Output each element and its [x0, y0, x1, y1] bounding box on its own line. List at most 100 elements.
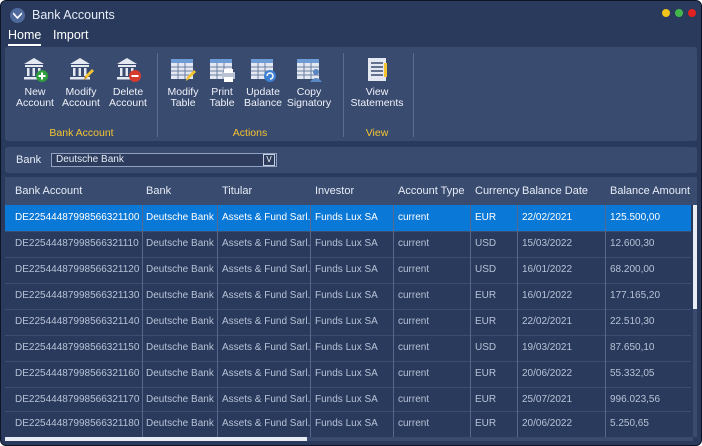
column-header-balance-date[interactable]: Balance Date: [522, 177, 588, 205]
column-header-bank[interactable]: Bank: [146, 177, 171, 205]
cell-account-type: current: [398, 418, 430, 429]
cell-balance-date: 22/02/2021: [522, 212, 573, 223]
cell-balance-date: 25/07/2021: [522, 394, 573, 405]
cell-bank: Deutsche Bank: [146, 394, 214, 405]
row-divider: [5, 361, 691, 362]
update-balance-label-2: Balance: [244, 97, 282, 109]
cell-account-type: current: [398, 290, 430, 301]
cell-investor: Funds Lux SA: [315, 342, 378, 353]
table-row[interactable]: DE22544487998566321100 Deutsche Bank Ass…: [5, 205, 691, 231]
tab-import[interactable]: Import: [53, 28, 88, 44]
cell-investor: Funds Lux SA: [315, 290, 378, 301]
cell-balance-amount: 125.500,00: [610, 212, 661, 223]
delete-account-label-2: Account: [109, 97, 147, 109]
cell-investor: Funds Lux SA: [315, 316, 378, 327]
title-bar[interactable]: Bank Accounts: [1, 1, 701, 27]
cell-titular: Assets & Fund Sarl.: [222, 238, 310, 249]
table-row[interactable]: DE22544487998566321150 Deutsche Bank Ass…: [5, 335, 691, 361]
table-row[interactable]: DE22544487998566321130 Deutsche Bank Ass…: [5, 283, 691, 309]
cell-balance-date: 19/03/2021: [522, 342, 573, 353]
window-title: Bank Accounts: [32, 8, 115, 22]
modify-account-label-2: Account: [62, 97, 100, 109]
ribbon-separator: [413, 53, 414, 137]
copy-signatory-button[interactable]: Copy Signatory: [285, 55, 333, 109]
bank-select[interactable]: Deutsche Bank V: [51, 153, 277, 167]
cell-account-type: current: [398, 342, 430, 353]
cell-balance-amount: 87.650,10: [610, 342, 655, 353]
cell-titular: Assets & Fund Sarl.: [222, 316, 310, 327]
app-chevron-icon[interactable]: [10, 8, 25, 23]
column-divider: [517, 205, 518, 441]
table-row[interactable]: DE22544487998566321110 Deutsche Bank Ass…: [5, 231, 691, 257]
table-user-icon: [295, 55, 323, 83]
cell-titular: Assets & Fund Sarl.: [222, 264, 310, 275]
table-row[interactable]: DE22544487998566321120 Deutsche Bank Ass…: [5, 257, 691, 283]
horizontal-scrollbar-thumb[interactable]: [5, 437, 307, 441]
cell-balance-date: 16/01/2022: [522, 264, 573, 275]
cell-balance-amount: 68.200,00: [610, 264, 655, 275]
cell-account-type: current: [398, 316, 430, 327]
cell-balance-amount: 5.250,65: [610, 418, 649, 429]
ribbon-separator: [157, 53, 158, 137]
maximize-button[interactable]: [675, 9, 683, 17]
cell-investor: Funds Lux SA: [315, 212, 378, 223]
column-header-account-type[interactable]: Account Type: [398, 177, 464, 205]
cell-bank-account: DE22544487998566321100: [15, 212, 140, 223]
delete-account-button[interactable]: Delete Account: [104, 55, 152, 109]
group-label-bank-account: Bank Account: [49, 127, 114, 139]
cell-balance-amount: 177.165,20: [610, 290, 661, 301]
column-header-currency[interactable]: Currency: [475, 177, 520, 205]
cell-bank-account: DE22544487998566321110: [15, 238, 139, 249]
row-divider: [5, 257, 691, 258]
tab-home[interactable]: Home: [8, 28, 42, 46]
modify-account-button[interactable]: Modify Account: [57, 55, 105, 109]
column-divider: [217, 205, 218, 441]
bank-select-value: Deutsche Bank: [56, 154, 124, 165]
cell-currency: EUR: [475, 290, 497, 301]
cell-bank-account: DE22544487998566321170: [15, 394, 140, 405]
view-statements-button[interactable]: View Statements: [347, 55, 407, 109]
cell-balance-date: 20/06/2022: [522, 368, 573, 379]
row-divider: [5, 283, 691, 284]
column-divider: [142, 205, 143, 441]
column-header-titular[interactable]: Titular: [222, 177, 252, 205]
view-statements-label-2: Statements: [350, 97, 404, 109]
table-row[interactable]: DE22544487998566321180 Deutsche Bank Ass…: [5, 411, 691, 437]
cell-balance-date: 22/02/2021: [522, 316, 573, 327]
cell-currency: USD: [475, 264, 497, 275]
cell-bank: Deutsche Bank: [146, 418, 214, 429]
column-header-balance-amount[interactable]: Balance Amount: [610, 177, 690, 205]
row-divider: [5, 309, 691, 310]
cell-currency: USD: [475, 238, 497, 249]
close-button[interactable]: [688, 9, 696, 17]
horizontal-scrollbar[interactable]: [5, 437, 693, 441]
column-header-bank-account[interactable]: Bank Account: [15, 177, 82, 205]
minimize-button[interactable]: [662, 9, 670, 17]
cell-investor: Funds Lux SA: [315, 368, 378, 379]
update-balance-button[interactable]: Update Balance: [239, 55, 287, 109]
vertical-scrollbar-thumb[interactable]: [693, 205, 697, 309]
cell-account-type: current: [398, 212, 430, 223]
group-label-view: View: [365, 127, 389, 139]
cell-bank-account: DE22544487998566321160: [15, 368, 140, 379]
cell-currency: EUR: [475, 212, 497, 223]
ribbon: New Account Modify Account Delete Accoun…: [5, 47, 697, 141]
row-divider: [5, 387, 691, 388]
cell-currency: EUR: [475, 394, 497, 405]
column-header-investor[interactable]: Investor: [315, 177, 354, 205]
cell-balance-amount: 996.023,56: [610, 394, 661, 405]
cell-currency: EUR: [475, 418, 497, 429]
dropdown-arrow-icon[interactable]: V: [263, 154, 275, 166]
column-divider: [393, 205, 394, 441]
column-divider: [605, 205, 606, 441]
new-account-label-2: Account: [16, 97, 54, 109]
new-account-button[interactable]: New Account: [11, 55, 59, 109]
cell-bank: Deutsche Bank: [146, 316, 214, 327]
table-row[interactable]: DE22544487998566321170 Deutsche Bank Ass…: [5, 387, 691, 413]
table-header: Bank Account Bank Titular Investor Accou…: [5, 177, 697, 205]
vertical-scrollbar[interactable]: [693, 205, 697, 437]
table-row[interactable]: DE22544487998566321140 Deutsche Bank Ass…: [5, 309, 691, 335]
bank-accounts-table: Bank Account Bank Titular Investor Accou…: [5, 177, 697, 441]
table-row[interactable]: DE22544487998566321160 Deutsche Bank Ass…: [5, 361, 691, 387]
cell-bank: Deutsche Bank: [146, 238, 214, 249]
